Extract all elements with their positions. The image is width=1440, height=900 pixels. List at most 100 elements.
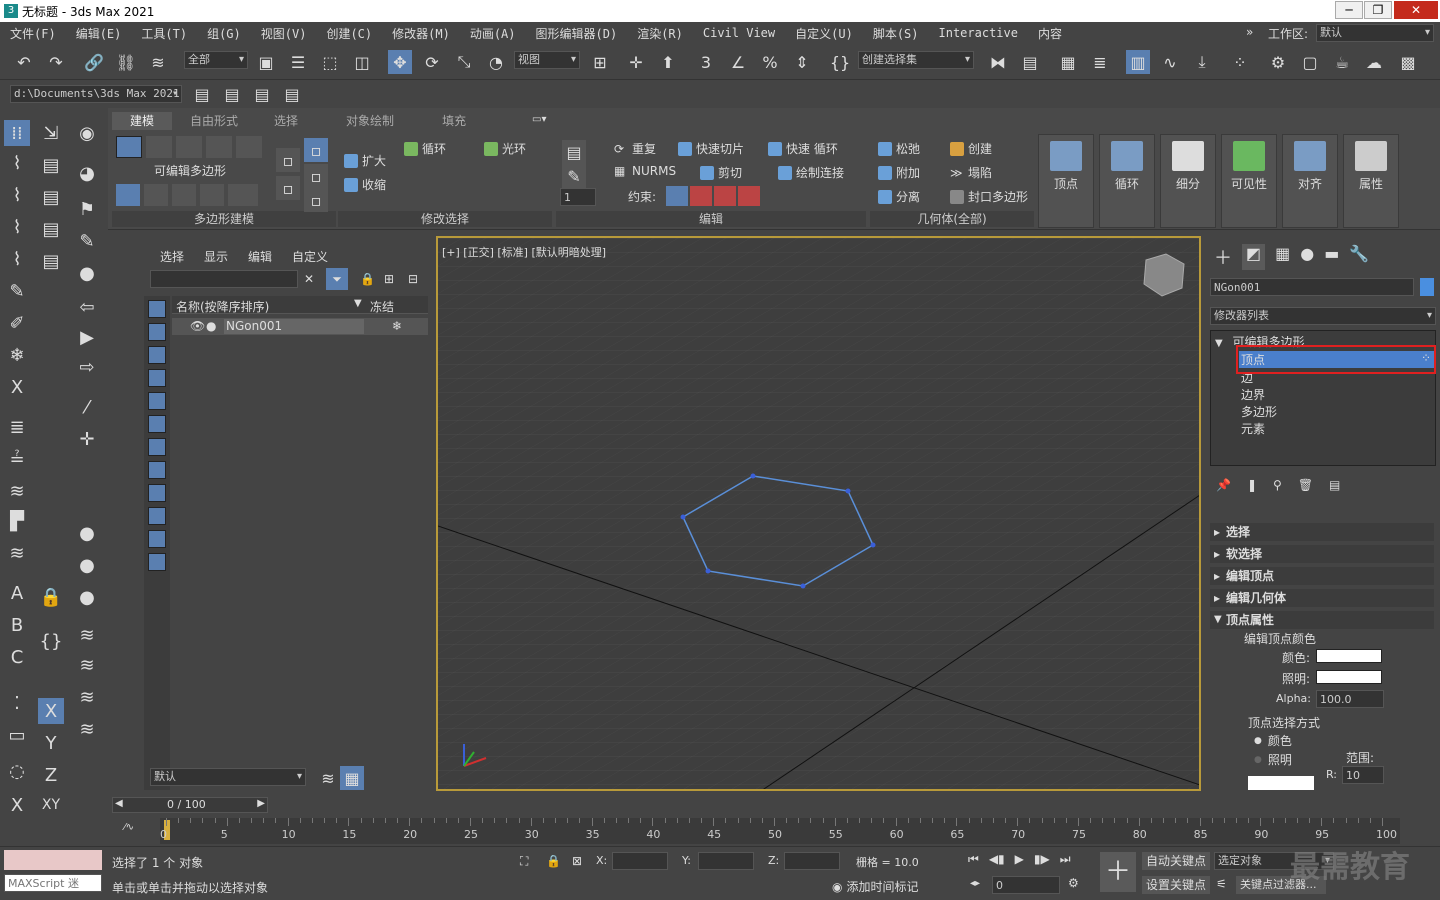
modsel-d-icon[interactable]: ▫	[304, 164, 328, 188]
tool-o-icon[interactable]: ✛	[74, 426, 100, 452]
filter-spacewarps-icon[interactable]	[148, 415, 166, 433]
axis-x-icon[interactable]: X	[38, 698, 64, 724]
column-freeze[interactable]: 冻结	[370, 298, 394, 315]
filter-helpers-icon[interactable]	[148, 392, 166, 410]
tool-h-icon[interactable]: ⚑	[74, 196, 100, 222]
cut-button[interactable]: 剪切	[700, 164, 742, 181]
auto-key-button[interactable]: 自动关键点	[1142, 852, 1210, 870]
rollout-edit-geometry[interactable]: 编辑几何体	[1210, 589, 1434, 607]
menu-scripting[interactable]: 脚本(S)	[863, 25, 929, 42]
render-frame-icon[interactable]: ▢	[1298, 50, 1322, 74]
quickslice-button[interactable]: 快速切片	[678, 140, 744, 157]
vsel-color-swatch[interactable]	[1248, 776, 1314, 790]
time-slider[interactable]: ◀ 0 / 100 ▶	[112, 797, 268, 813]
align-icon[interactable]: ▤	[1018, 50, 1042, 74]
modsel-b-icon[interactable]: ▫	[276, 176, 300, 200]
time-config-icon[interactable]: ⚙	[1068, 876, 1079, 890]
scene-lock-icon[interactable]: 🔒	[360, 272, 375, 286]
selection-lock-icon[interactable]: 🔒	[546, 854, 561, 868]
text-c-icon[interactable]: C	[4, 644, 30, 670]
angle-snap-icon[interactable]: ∠	[726, 50, 750, 74]
show-end-result-icon[interactable]: ❚	[1247, 478, 1257, 498]
modsel-c-icon[interactable]: ▫	[304, 138, 328, 162]
project-set-icon[interactable]: ▤	[280, 82, 304, 106]
tool-l-icon[interactable]: ▶	[74, 324, 100, 350]
relax-button[interactable]: 松弛	[878, 140, 920, 157]
freeze-icon[interactable]: ❄	[392, 319, 402, 333]
group-edit[interactable]: 编辑	[556, 211, 866, 227]
menu-rendering[interactable]: 渲染(R)	[627, 25, 693, 42]
scene-search-input[interactable]	[150, 270, 298, 288]
snap-toggle-icon[interactable]: 3	[694, 50, 718, 74]
named-selection-dropdown[interactable]: 创建选择集	[858, 51, 974, 69]
menu-tools[interactable]: 工具(T)	[131, 25, 197, 42]
maximize-button[interactable]: ❐	[1364, 1, 1392, 19]
ribbon-toggle-icon[interactable]: ▥	[1126, 50, 1150, 74]
menu-animation[interactable]: 动画(A)	[460, 25, 526, 42]
vertex-mode-icon[interactable]	[116, 136, 142, 158]
axis-xy-icon[interactable]: XY	[38, 792, 64, 818]
snap-mode-icon[interactable]: ⌇	[4, 246, 30, 272]
layer-manager-icon[interactable]: ≋	[316, 766, 340, 790]
unlink-icon[interactable]: ⛓	[114, 50, 138, 74]
filter-hidden-icon[interactable]	[148, 553, 166, 571]
filter-geometry-icon[interactable]	[148, 300, 166, 318]
shrink-button[interactable]: 收缩	[344, 176, 386, 193]
attach-button[interactable]: 附加	[878, 164, 920, 181]
link-icon[interactable]: 🔗	[82, 50, 106, 74]
current-frame-field[interactable]	[992, 876, 1060, 894]
minimize-button[interactable]: ─	[1335, 1, 1363, 19]
tab-modeling[interactable]: 建模	[112, 112, 173, 130]
lock-icon[interactable]: 🔒	[38, 584, 64, 610]
repeat-button[interactable]: ⟳ 重复	[614, 140, 656, 157]
reference-coord-dropdown[interactable]: 视图	[514, 51, 580, 69]
motion-tab-icon[interactable]: ●	[1300, 244, 1314, 270]
tool-e-icon[interactable]: ▤	[38, 248, 64, 274]
modsel-e-icon[interactable]: ▫	[304, 188, 328, 212]
lasso-icon[interactable]: ⌇	[4, 150, 30, 176]
utilities-tab-icon[interactable]: 🔧	[1349, 244, 1369, 270]
tool-k-icon[interactable]: ⇦	[74, 294, 100, 320]
rollout-edit-vertices[interactable]: 编辑顶点	[1210, 567, 1434, 585]
brush-icon[interactable]: ✐	[4, 310, 30, 336]
constraint-edge-icon[interactable]	[690, 186, 712, 206]
constraint-normal-icon[interactable]	[738, 186, 760, 206]
selection-filter-dropdown[interactable]: 全部	[184, 51, 248, 69]
fence-icon[interactable]: ⌇	[4, 214, 30, 240]
scene-menu-display[interactable]: 显示	[204, 248, 228, 265]
poly-tool-d-icon[interactable]	[200, 184, 224, 206]
xform-icon[interactable]: X	[4, 374, 30, 400]
menu-create[interactable]: 创建(C)	[316, 25, 382, 42]
object-name-field[interactable]	[1210, 278, 1414, 296]
project-new-icon[interactable]: ▤	[250, 82, 274, 106]
text-a-icon[interactable]: A	[4, 580, 30, 606]
tool-m-icon[interactable]: ⇨	[74, 354, 100, 380]
goto-end-icon[interactable]: ⏭	[1060, 852, 1071, 867]
tab-freeform[interactable]: 自由形式	[172, 112, 256, 130]
collapse-button[interactable]: ≫ 塌陷	[950, 164, 992, 181]
menu-file[interactable]: 文件(F)	[0, 25, 66, 42]
slider-next-icon[interactable]: ▶	[257, 798, 265, 809]
y-coord-field[interactable]	[698, 852, 754, 870]
add-time-tag[interactable]: ◉ 添加时间标记	[832, 878, 919, 895]
timeline-track[interactable]: 0 5 10 15 20 25 30 35 40 45 50 55 60 65 70 75 80 85 90 95 10…	[160, 818, 1400, 844]
collapse-arrow-icon[interactable]: ▼	[1215, 338, 1223, 349]
play-icon[interactable]: ▶	[1015, 852, 1024, 867]
stack-item-element[interactable]: 元素	[1241, 420, 1265, 437]
stack-icon[interactable]: ≋	[4, 478, 30, 504]
goto-start-icon[interactable]: ⏮	[968, 852, 979, 867]
modsel-a-icon[interactable]: ▫	[276, 148, 300, 172]
filter-xrefs-icon[interactable]	[148, 461, 166, 479]
select-manipulate-icon[interactable]: ✛	[624, 50, 648, 74]
edit-b-icon[interactable]: ✎	[562, 164, 586, 188]
vertex-illum-swatch[interactable]	[1316, 670, 1382, 684]
circle-dots-icon[interactable]: ◌	[4, 758, 30, 784]
clear-search-icon[interactable]: ✕	[304, 272, 314, 286]
modify-tab-icon[interactable]: ◩	[1242, 244, 1266, 270]
cap-poly-button[interactable]: 封口多边形	[950, 188, 1028, 205]
layer-explorer-toggle-icon[interactable]: ▦	[340, 766, 364, 790]
nurms-button[interactable]: ▦ NURMS	[614, 164, 676, 178]
menu-group[interactable]: 组(G)	[197, 25, 251, 42]
prev-frame-icon[interactable]: ◀▮	[989, 852, 1005, 867]
layer-b-icon[interactable]: ≋	[74, 652, 100, 678]
